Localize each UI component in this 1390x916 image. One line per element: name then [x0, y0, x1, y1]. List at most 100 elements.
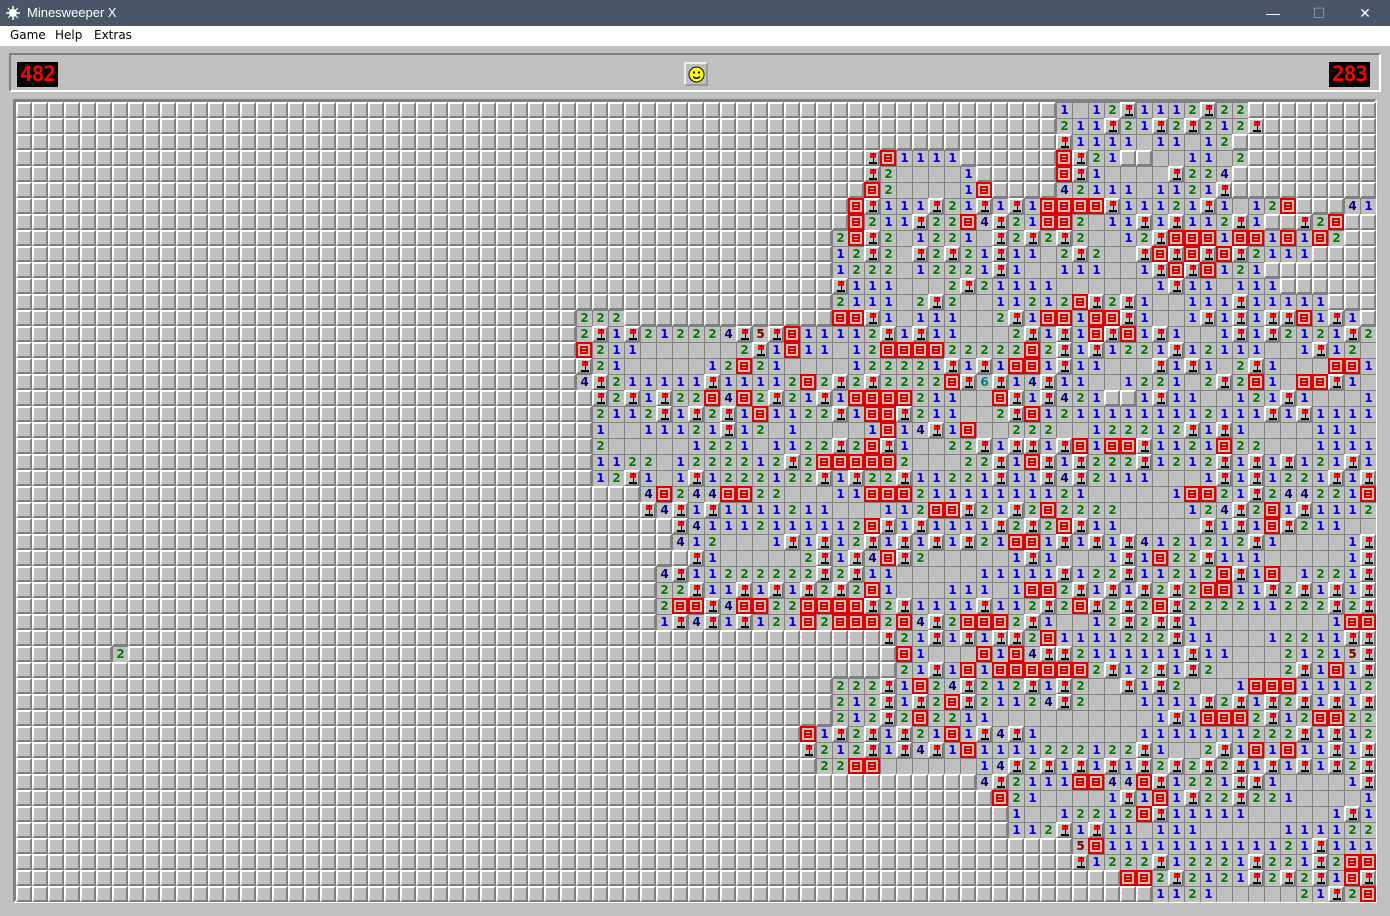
flag-icon[interactable]: [1088, 294, 1104, 310]
hidden-cell[interactable]: [96, 614, 112, 630]
hidden-cell[interactable]: [160, 854, 176, 870]
flag-icon[interactable]: [1232, 790, 1248, 806]
hidden-cell[interactable]: [480, 582, 496, 598]
hidden-cell[interactable]: [1328, 134, 1344, 150]
hidden-cell[interactable]: [192, 822, 208, 838]
hidden-cell[interactable]: [848, 870, 864, 886]
hidden-cell[interactable]: [496, 566, 512, 582]
hidden-cell[interactable]: [416, 710, 432, 726]
hidden-cell[interactable]: [160, 470, 176, 486]
hidden-cell[interactable]: [320, 118, 336, 134]
hidden-cell[interactable]: [64, 262, 80, 278]
hidden-cell[interactable]: [240, 310, 256, 326]
mine-marker-icon[interactable]: [1008, 662, 1024, 678]
hidden-cell[interactable]: [16, 102, 32, 118]
hidden-cell[interactable]: [320, 662, 336, 678]
hidden-cell[interactable]: [480, 630, 496, 646]
hidden-cell[interactable]: [384, 438, 400, 454]
hidden-cell[interactable]: [48, 582, 64, 598]
flag-icon[interactable]: [1056, 438, 1072, 454]
hidden-cell[interactable]: [464, 486, 480, 502]
flag-icon[interactable]: [976, 726, 992, 742]
hidden-cell[interactable]: [80, 630, 96, 646]
hidden-cell[interactable]: [384, 326, 400, 342]
hidden-cell[interactable]: [1312, 102, 1328, 118]
hidden-cell[interactable]: [320, 822, 336, 838]
mine-marker-icon[interactable]: [864, 486, 880, 502]
hidden-cell[interactable]: [480, 486, 496, 502]
hidden-cell[interactable]: [528, 838, 544, 854]
hidden-cell[interactable]: [512, 438, 528, 454]
hidden-cell[interactable]: [176, 182, 192, 198]
hidden-cell[interactable]: [224, 438, 240, 454]
hidden-cell[interactable]: [432, 422, 448, 438]
hidden-cell[interactable]: [816, 646, 832, 662]
mine-marker-icon[interactable]: [880, 406, 896, 422]
hidden-cell[interactable]: [208, 790, 224, 806]
hidden-cell[interactable]: [400, 374, 416, 390]
flag-icon[interactable]: [864, 198, 880, 214]
mine-marker-icon[interactable]: [1152, 598, 1168, 614]
hidden-cell[interactable]: [592, 710, 608, 726]
hidden-cell[interactable]: [208, 246, 224, 262]
hidden-cell[interactable]: [672, 198, 688, 214]
hidden-cell[interactable]: [256, 214, 272, 230]
hidden-cell[interactable]: [1360, 214, 1376, 230]
hidden-cell[interactable]: [288, 406, 304, 422]
hidden-cell[interactable]: [832, 118, 848, 134]
mine-marker-icon[interactable]: [1104, 310, 1120, 326]
hidden-cell[interactable]: [992, 134, 1008, 150]
hidden-cell[interactable]: [432, 598, 448, 614]
hidden-cell[interactable]: [528, 326, 544, 342]
hidden-cell[interactable]: [528, 262, 544, 278]
hidden-cell[interactable]: [736, 214, 752, 230]
flag-icon[interactable]: [1328, 582, 1344, 598]
hidden-cell[interactable]: [640, 150, 656, 166]
hidden-cell[interactable]: [752, 822, 768, 838]
hidden-cell[interactable]: [160, 374, 176, 390]
hidden-cell[interactable]: [112, 742, 128, 758]
hidden-cell[interactable]: [688, 790, 704, 806]
hidden-cell[interactable]: [432, 742, 448, 758]
hidden-cell[interactable]: [304, 806, 320, 822]
hidden-cell[interactable]: [368, 390, 384, 406]
hidden-cell[interactable]: [608, 486, 624, 502]
flag-icon[interactable]: [1168, 614, 1184, 630]
hidden-cell[interactable]: [352, 182, 368, 198]
flag-icon[interactable]: [688, 470, 704, 486]
mine-marker-icon[interactable]: [1040, 662, 1056, 678]
hidden-cell[interactable]: [352, 406, 368, 422]
hidden-cell[interactable]: [416, 262, 432, 278]
hidden-cell[interactable]: [240, 230, 256, 246]
hidden-cell[interactable]: [896, 102, 912, 118]
hidden-cell[interactable]: [336, 454, 352, 470]
hidden-cell[interactable]: [256, 790, 272, 806]
hidden-cell[interactable]: [768, 102, 784, 118]
hidden-cell[interactable]: [16, 262, 32, 278]
flag-icon[interactable]: [1104, 326, 1120, 342]
hidden-cell[interactable]: [576, 774, 592, 790]
hidden-cell[interactable]: [272, 550, 288, 566]
mine-marker-icon[interactable]: [1136, 806, 1152, 822]
hidden-cell[interactable]: [368, 758, 384, 774]
hidden-cell[interactable]: [848, 854, 864, 870]
hidden-cell[interactable]: [16, 550, 32, 566]
hidden-cell[interactable]: [304, 214, 320, 230]
hidden-cell[interactable]: [624, 278, 640, 294]
hidden-cell[interactable]: [304, 358, 320, 374]
hidden-cell[interactable]: [112, 550, 128, 566]
flag-icon[interactable]: [992, 518, 1008, 534]
mine-marker-icon[interactable]: [1088, 310, 1104, 326]
hidden-cell[interactable]: [512, 166, 528, 182]
hidden-cell[interactable]: [224, 166, 240, 182]
hidden-cell[interactable]: [128, 342, 144, 358]
mine-marker-icon[interactable]: [1200, 582, 1216, 598]
hidden-cell[interactable]: [448, 534, 464, 550]
mine-marker-icon[interactable]: [1216, 246, 1232, 262]
hidden-cell[interactable]: [480, 118, 496, 134]
hidden-cell[interactable]: [544, 550, 560, 566]
flag-icon[interactable]: [912, 214, 928, 230]
flag-icon[interactable]: [1360, 470, 1376, 486]
hidden-cell[interactable]: [416, 806, 432, 822]
hidden-cell[interactable]: [192, 566, 208, 582]
